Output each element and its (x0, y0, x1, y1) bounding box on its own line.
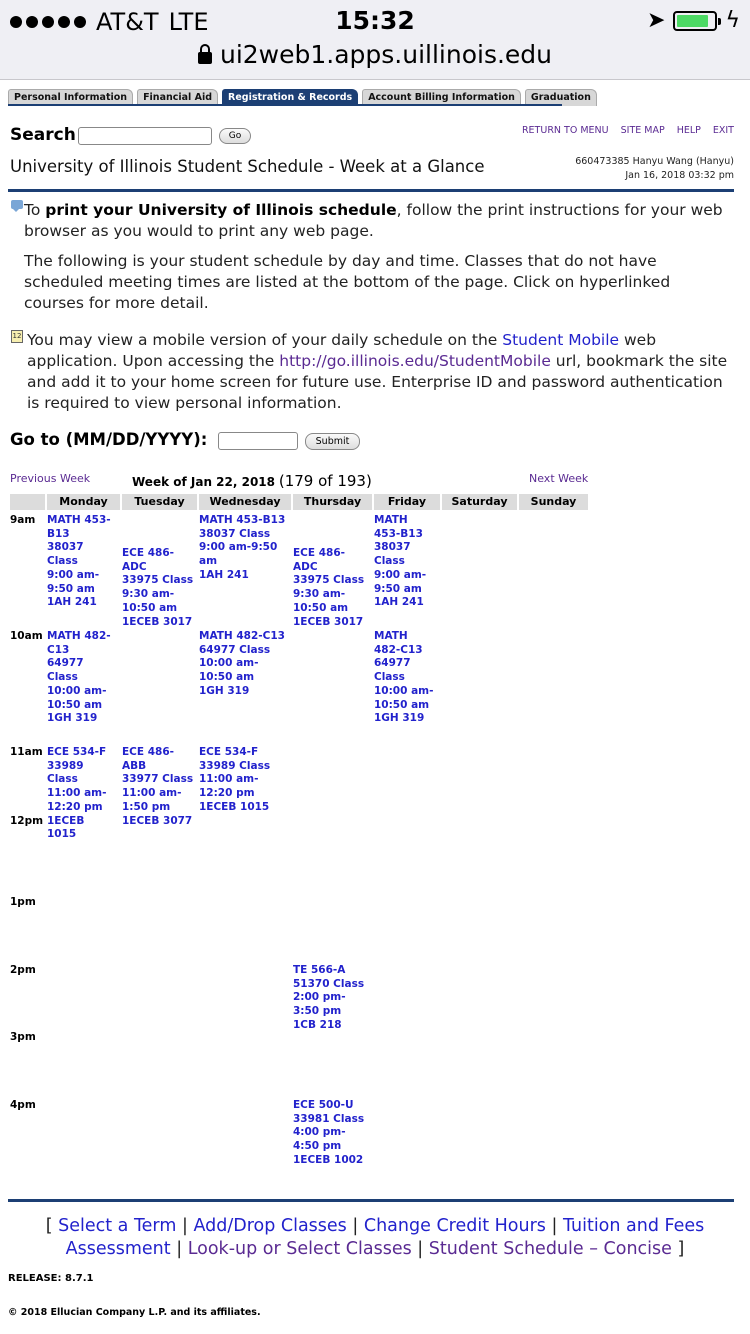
day-header-thursday: Thursday (293, 494, 372, 510)
day-header-wednesday: Wednesday (199, 494, 291, 510)
url-text: ui2web1.apps.uillinois.edu (219, 40, 553, 69)
class-entry-wednesday[interactable]: ECE 534-F 33989 Class 11:00 am- 12:20 pm… (199, 746, 270, 815)
time-label-2pm: 2pm (10, 964, 36, 976)
return-to-menu-link[interactable]: RETURN TO MENU (522, 125, 609, 136)
week-count: (179 of 193) (278, 472, 372, 490)
footer-separator: | (417, 1239, 424, 1259)
class-entry-friday[interactable]: MATH 482-C13 64977 Class 10:00 am- 10:50… (374, 630, 433, 726)
schedule-description: The following is your student schedule b… (24, 252, 671, 312)
footer-links: [ Select a Term | Add/Drop Classes | Cha… (10, 1215, 740, 1261)
lock-icon (197, 44, 212, 64)
class-entry-tuesday[interactable]: ECE 486- ADC 33975 Class 9:30 am- 10:50 … (122, 547, 193, 629)
time-label-12pm: 12pm (10, 815, 44, 827)
address-bar[interactable]: ui2web1.apps.uillinois.edu (0, 40, 750, 69)
exit-link[interactable]: EXIT (713, 125, 734, 136)
student-mobile-url-link[interactable]: http://go.illinois.edu/StudentMobile (279, 352, 551, 370)
footer-close-bracket: ] (677, 1239, 685, 1259)
class-entry-wednesday[interactable]: MATH 482-C13 64977 Class 10:00 am- 10:50… (199, 630, 285, 699)
footer-separator: | (181, 1216, 188, 1236)
class-entry-thursday[interactable]: ECE 500-U 33981 Class 4:00 pm- 4:50 pm 1… (293, 1099, 364, 1168)
class-entry-monday[interactable]: MATH 453- B13 38037 Class 9:00 am- 9:50 … (47, 514, 111, 610)
charging-bolt-icon: ϟ (725, 8, 740, 33)
mobile-info: You may view a mobile version of your da… (27, 331, 728, 412)
footer-open-bracket: [ (45, 1216, 53, 1236)
footer-link-look-up-or-select-classes[interactable]: Look-up or Select Classes (188, 1239, 412, 1259)
week-heading: Week of Jan 22, 2018 (179 of 193) (132, 472, 372, 490)
tab-divider (8, 104, 562, 106)
footer-divider (8, 1199, 734, 1202)
header-divider (8, 189, 734, 192)
class-entry-tuesday[interactable]: ECE 486- ABB 33977 Class 11:00 am- 1:50 … (122, 746, 193, 828)
class-entry-friday[interactable]: MATH 453-B13 38037 Class 9:00 am- 9:50 a… (374, 514, 426, 610)
time-label-9am: 9am (10, 514, 36, 526)
search-input[interactable] (78, 127, 212, 145)
search-label: Search (10, 125, 76, 145)
time-label-3pm: 3pm (10, 1031, 36, 1043)
goto-date-label: Go to (MM/DD/YYYY): (10, 430, 208, 449)
day-header-friday: Friday (374, 494, 440, 510)
clock: 15:32 (335, 6, 415, 35)
submit-button[interactable]: Submit (305, 433, 360, 450)
class-entry-thursday[interactable]: ECE 486- ADC 33975 Class 9:30 am- 10:50 … (293, 547, 364, 629)
student-mobile-link[interactable]: Student Mobile (502, 331, 619, 349)
class-entry-monday[interactable]: ECE 534-F 33989 Class 11:00 am- 12:20 pm… (47, 746, 106, 842)
footer-separator: | (176, 1239, 183, 1259)
class-entry-thursday[interactable]: TE 566-A 51370 Class 2:00 pm- 3:50 pm 1C… (293, 964, 364, 1033)
current-datetime: Jan 16, 2018 03:32 pm (625, 170, 734, 181)
footer-link-add-drop-classes[interactable]: Add/Drop Classes (193, 1216, 346, 1236)
footer-link-change-credit-hours[interactable]: Change Credit Hours (364, 1216, 546, 1236)
release-version: RELEASE: 8.7.1 (8, 1273, 94, 1284)
next-week-link[interactable]: Next Week (529, 472, 588, 485)
print-instructions: To print your University of Illinois sch… (24, 201, 723, 240)
browser-status-bar: AT&T LTE 15:32 ➤ ϟ ui2web1.apps.uillinoi… (0, 0, 750, 80)
top-links: RETURN TO MENU SITE MAP HELP EXIT (522, 125, 734, 136)
day-header-sunday: Sunday (519, 494, 588, 510)
footer-separator: | (551, 1216, 558, 1236)
time-label-11am: 11am (10, 746, 43, 758)
class-entry-monday[interactable]: MATH 482- C13 64977 Class 10:00 am- 10:5… (47, 630, 111, 726)
time-column-header (10, 494, 45, 510)
time-label-10am: 10am (10, 630, 43, 642)
footer-link-select-a-term[interactable]: Select a Term (58, 1216, 176, 1236)
goto-date-input[interactable] (218, 432, 298, 450)
site-map-link[interactable]: SITE MAP (621, 125, 665, 136)
footer-separator: | (352, 1216, 359, 1236)
print-instructions-bold: print your University of Illinois schedu… (45, 201, 397, 219)
footer-link-student-schedule-concise[interactable]: Student Schedule – Concise (429, 1239, 672, 1259)
day-header-monday: Monday (47, 494, 120, 510)
day-header-saturday: Saturday (442, 494, 517, 510)
location-arrow-icon: ➤ (647, 8, 666, 33)
time-label-1pm: 1pm (10, 896, 36, 908)
previous-week-link[interactable]: Previous Week (10, 472, 90, 485)
class-entry-wednesday[interactable]: MATH 453-B13 38037 Class 9:00 am-9:50 am… (199, 514, 285, 583)
help-link[interactable]: HELP (677, 125, 701, 136)
user-info: 660473385 Hanyu Wang (Hanyu) Jan 16, 201… (575, 155, 734, 183)
time-label-4pm: 4pm (10, 1099, 36, 1111)
copyright: © 2018 Ellucian Company L.P. and its aff… (8, 1307, 261, 1318)
battery-icon (673, 10, 722, 31)
user-id-name: 660473385 Hanyu Wang (Hanyu) (575, 156, 734, 167)
go-button[interactable]: Go (219, 128, 251, 144)
week-of-label: Week of Jan 22, 2018 (132, 475, 276, 489)
day-header-tuesday: Tuesday (122, 494, 197, 510)
page-title: University of Illinois Student Schedule … (10, 157, 485, 176)
